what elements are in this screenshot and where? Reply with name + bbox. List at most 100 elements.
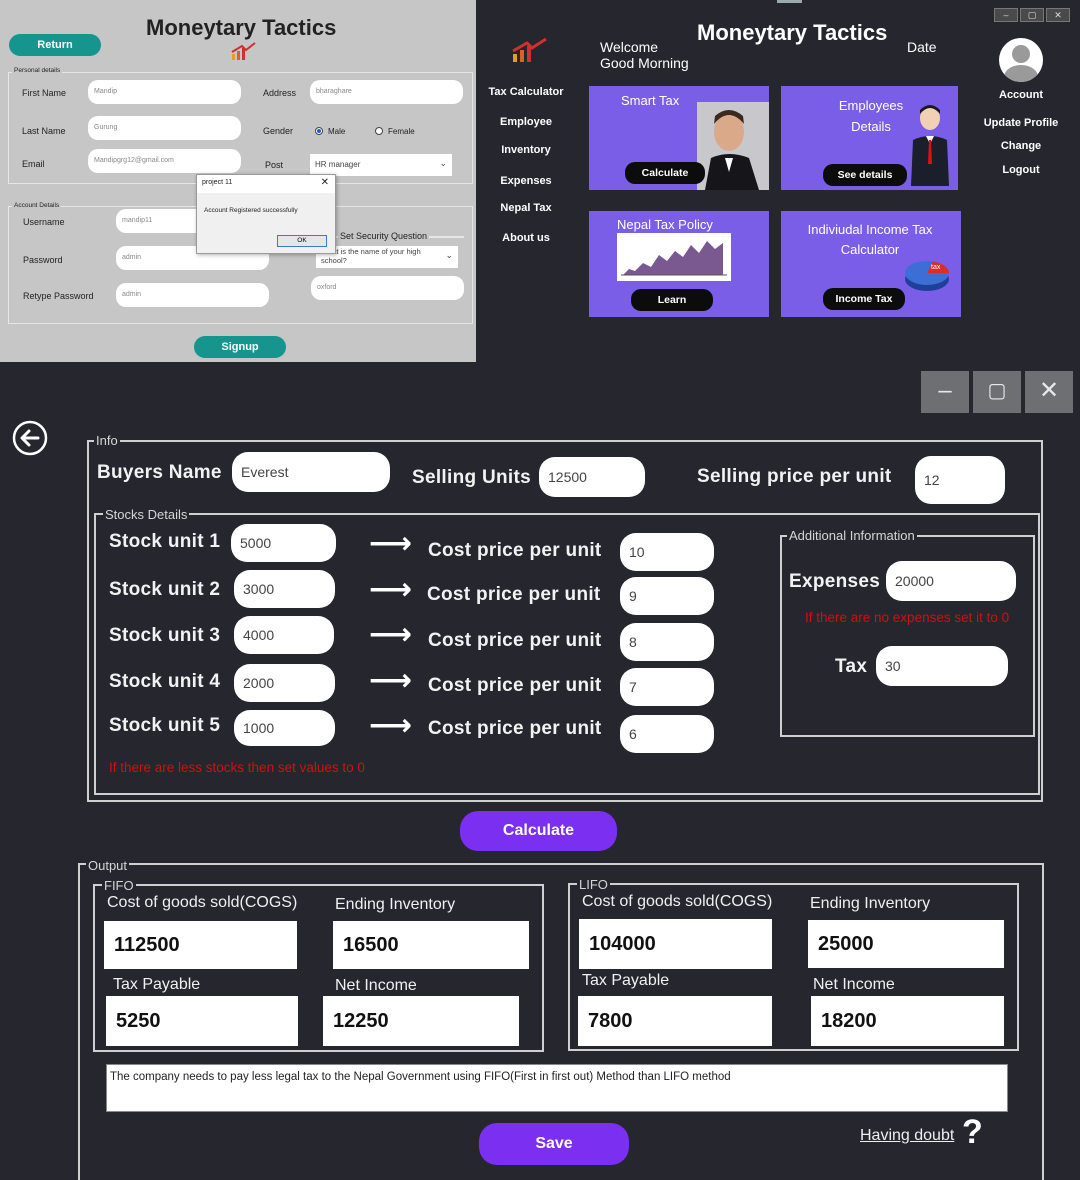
username-label: Username	[23, 217, 65, 227]
account-label: Account	[999, 89, 1043, 101]
dialog-message: Account Registered successfully	[204, 207, 298, 214]
stock-unit-input[interactable]: 1000	[234, 710, 335, 746]
minimize-button[interactable]: –	[994, 8, 1018, 22]
gender-male-radio[interactable]	[315, 127, 323, 135]
maximize-button[interactable]: ▢	[973, 371, 1021, 413]
cost-price-input[interactable]: 7	[620, 668, 714, 706]
lifo-caption: LIFO	[577, 877, 610, 892]
last-name-label: Last Name	[22, 126, 66, 136]
security-question-select[interactable]: What is the name of your high school? ⌄	[316, 246, 458, 268]
cost-price-label: Cost price per unit	[427, 584, 601, 605]
sidebar-item-nepal-tax[interactable]: Nepal Tax	[477, 202, 575, 214]
dashboard-window: Welcome Good Morning Moneytary Tactics D…	[477, 0, 1080, 362]
stock-unit-input[interactable]: 4000	[234, 616, 334, 654]
post-select[interactable]: HR manager ⌄	[310, 154, 452, 176]
expenses-input[interactable]: 20000	[886, 561, 1016, 601]
fifo-cogs-value: 112500	[104, 921, 297, 969]
lifo-tax-payable-value: 7800	[578, 996, 772, 1046]
output-caption: Output	[86, 858, 130, 873]
income-tax-button[interactable]: Income Tax	[823, 288, 905, 310]
avatar[interactable]	[999, 38, 1043, 82]
cost-price-input[interactable]: 8	[620, 623, 714, 661]
welcome-text: Welcome	[600, 39, 659, 55]
app-title: Moneytary Tactics	[697, 20, 888, 45]
sidebar-item-inventory[interactable]: Inventory	[477, 144, 575, 156]
question-mark-icon[interactable]: ?	[962, 1113, 983, 1152]
fifo-caption: FIFO	[102, 878, 136, 893]
last-name-input[interactable]: Gurung	[88, 116, 241, 140]
email-input[interactable]: Mandipgrg12@gmail.com	[88, 149, 241, 173]
tax-input[interactable]: 30	[876, 646, 1008, 686]
change-password-link[interactable]: Change	[972, 140, 1070, 152]
calculate-card-button[interactable]: Calculate	[625, 162, 705, 184]
stock-unit-input[interactable]: 3000	[234, 570, 335, 608]
pie-chart-label: tax	[931, 264, 941, 271]
cost-price-input[interactable]: 10	[620, 533, 714, 571]
conclusion-textbox[interactable]: The company needs to pay less legal tax …	[106, 1064, 1008, 1112]
employee-figure-icon	[911, 105, 949, 186]
cost-price-label: Cost price per unit	[428, 540, 602, 561]
nepal-tax-policy-card[interactable]: Nepal Tax Policy Learn	[589, 211, 769, 317]
fifo-tax-payable-label: Tax Payable	[113, 976, 201, 993]
post-select-value: HR manager	[315, 160, 361, 169]
having-doubt-link[interactable]: Having doubt	[860, 1127, 954, 1145]
pie-chart-icon: tax	[905, 261, 949, 291]
stocks-hint: If there are less stocks then set values…	[109, 760, 365, 775]
fifo-ending-inventory-label: Ending Inventory	[335, 896, 456, 913]
stock-unit-input[interactable]: 2000	[234, 664, 335, 702]
retype-password-input[interactable]: admin	[116, 283, 269, 307]
stock-unit-label: Stock unit 4	[109, 671, 221, 692]
lifo-net-income-label: Net Income	[813, 976, 895, 993]
nepal-tax-policy-title: Nepal Tax Policy	[617, 217, 713, 232]
close-button[interactable]: ✕	[1025, 371, 1073, 413]
close-icon[interactable]: ✕	[321, 177, 329, 188]
personal-details-caption: Personal details	[12, 67, 63, 74]
sidebar-item-employee[interactable]: Employee	[477, 116, 575, 128]
signup-button[interactable]: Signup	[194, 336, 286, 358]
employees-details-title: Employees Details	[838, 98, 904, 134]
dialog-ok-button[interactable]: OK	[277, 235, 327, 247]
smart-tax-card[interactable]: Smart Tax Calculate	[589, 86, 769, 190]
maximize-button[interactable]: ▢	[1020, 8, 1044, 22]
lifo-ending-inventory-value: 25000	[808, 920, 1004, 968]
logout-link[interactable]: Logout	[972, 164, 1070, 176]
see-details-button[interactable]: See details	[823, 164, 907, 186]
sidebar-item-expenses[interactable]: Expenses	[477, 175, 575, 187]
cost-price-input[interactable]: 9	[620, 577, 714, 615]
return-button[interactable]: Return	[9, 34, 101, 56]
arrow-right-icon: ⟶	[369, 709, 413, 742]
titlebar-handle	[777, 0, 802, 3]
buyers-name-input[interactable]: Everest	[232, 452, 390, 492]
person-photo-icon	[697, 102, 769, 190]
cost-price-label: Cost price per unit	[428, 718, 602, 739]
sidebar-item-tax-calculator[interactable]: Tax Calculator	[477, 86, 575, 98]
update-profile-link[interactable]: Update Profile	[972, 117, 1070, 129]
username-input[interactable]: mandip11	[116, 209, 206, 233]
selling-price-input[interactable]: 12	[915, 456, 1005, 504]
learn-button[interactable]: Learn	[631, 289, 713, 311]
income-tax-card[interactable]: Indiviudal Income Tax Calculator tax Inc…	[781, 211, 961, 317]
info-caption: Info	[94, 433, 120, 448]
area-chart-icon	[617, 233, 731, 281]
back-arrow-icon[interactable]	[12, 420, 48, 456]
first-name-input[interactable]: Mandip	[88, 80, 241, 104]
address-input[interactable]: bharaghare	[310, 80, 463, 104]
close-button[interactable]: ✕	[1046, 8, 1070, 22]
security-answer-input[interactable]: oxford	[311, 276, 464, 300]
password-label: Password	[23, 255, 63, 265]
calculate-button[interactable]: Calculate	[460, 811, 617, 851]
gender-female-radio[interactable]	[375, 127, 383, 135]
expenses-hint: If there are no expenses set it to 0	[805, 610, 1010, 625]
expenses-label: Expenses	[789, 571, 881, 592]
stock-unit-input[interactable]: 5000	[231, 524, 336, 562]
account-details-caption: Account Details	[12, 202, 62, 209]
employees-details-card[interactable]: Employees Details See details	[781, 86, 958, 190]
minimize-button[interactable]: –	[921, 371, 969, 413]
tax-label: Tax	[835, 656, 868, 677]
sidebar-item-about-us[interactable]: About us	[477, 232, 575, 244]
cost-price-label: Cost price per unit	[428, 630, 602, 651]
arrow-right-icon: ⟶	[369, 573, 413, 606]
selling-units-input[interactable]: 12500	[539, 457, 645, 497]
save-button[interactable]: Save	[479, 1123, 629, 1165]
cost-price-input[interactable]: 6	[620, 715, 714, 753]
